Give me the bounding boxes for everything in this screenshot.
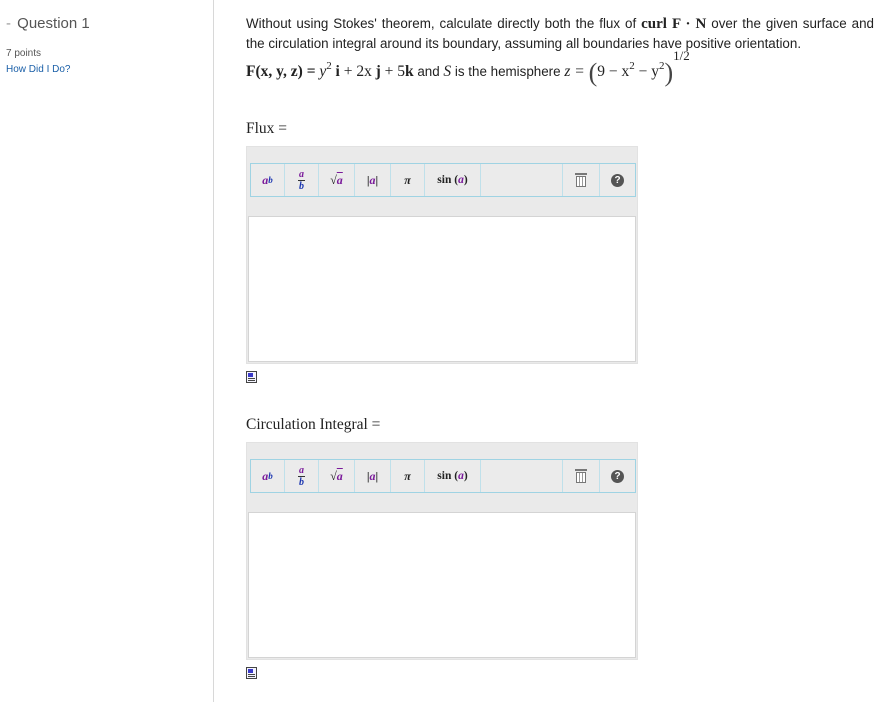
problem-formula: F(x, y, z) = y2 i + 2x j + 5k and S is t… [246,49,874,88]
formula-k: k [405,63,414,80]
sqrt-sym: √ [330,172,337,187]
formula-outer-pow: 1/2 [673,48,690,63]
help-icon: ? [611,173,624,187]
abs-bar-right: | [375,468,379,483]
fraction-button[interactable]: ab [285,460,319,492]
formula-plus-5: + 5 [380,63,405,80]
fraction-button[interactable]: ab [285,164,319,196]
curl-expression: curl F · N [641,16,707,32]
abs-button[interactable]: |a| [355,164,391,196]
circulation-math-editor: ab ab √a |a| π sin (a) ? [246,442,638,660]
question-sidebar: - Question 1 7 points How Did I Do? [0,0,214,702]
formula-S: S [443,63,452,80]
power-exp: b [268,471,273,481]
flux-input[interactable] [248,216,636,362]
help-icon: ? [611,469,624,483]
power-button[interactable]: ab [251,460,285,492]
clear-button[interactable] [563,460,600,492]
sin-close: ) [463,470,468,482]
formula-y-pow: 2 [326,60,332,72]
sin-close: ) [463,174,468,186]
sqrt-button[interactable]: √a [319,460,355,492]
math-toolbar: ab ab √a |a| π sin (a) ? [250,459,636,493]
how-did-i-do-link[interactable]: How Did I Do? [6,64,70,75]
document-icon[interactable] [246,667,257,679]
question-title-text: Question 1 [17,15,90,32]
sqrt-arg: a [336,172,343,187]
frac-den: b [299,180,304,192]
sin-icon: sin (a) [437,470,467,482]
circulation-label: Circulation Integral = [246,416,381,433]
flux-math-editor: ab ab √a |a| π sin (a) ? [246,146,638,364]
problem-statement: Without using Stokes' theorem, calculate… [246,14,874,53]
help-button[interactable]: ? [600,460,635,492]
circulation-input[interactable] [248,512,636,658]
sin-button[interactable]: sin (a) [425,164,481,196]
power-button[interactable]: ab [251,164,285,196]
sin-fn: sin [437,470,452,482]
fraction-icon: ab [298,464,305,488]
collapse-dash[interactable]: - [6,15,11,32]
sqrt-button[interactable]: √a [319,164,355,196]
flux-label: Flux = [246,120,288,137]
abs-button[interactable]: |a| [355,460,391,492]
formula-z-eq: z = [564,63,589,80]
formula-F-def: F(x, y, z) = [246,63,320,80]
question-points: 7 points [6,48,42,59]
trash-icon [575,173,587,187]
pi-icon: π [404,468,411,483]
abs-icon: |a| [367,469,378,484]
pi-button[interactable]: π [391,460,425,492]
trash-icon [575,469,587,483]
math-toolbar: ab ab √a |a| π sin (a) ? [250,163,636,197]
sqrt-sym: √ [330,468,337,483]
question-title: - Question 1 [6,15,90,32]
abs-bar-right: | [375,172,379,187]
fraction-icon: ab [298,168,305,192]
sqrt-icon: √a [330,469,343,484]
frac-num: a [298,464,305,477]
sqrt-icon: √a [330,173,343,188]
toolbar-spacer [481,460,563,492]
sqrt-arg: a [336,468,343,483]
sin-button[interactable]: sin (a) [425,460,481,492]
problem-text-1: Without using Stokes' theorem, calculate… [246,16,637,31]
frac-num: a [298,168,305,181]
formula-rparen: ) [664,58,674,87]
formula-plus-2x: + 2x [339,63,372,80]
formula-lparen: ( [588,58,598,87]
sin-fn: sin [437,174,452,186]
formula-minus-y: − y [634,63,659,80]
pi-button[interactable]: π [391,164,425,196]
power-exp: b [268,175,273,185]
sin-icon: sin (a) [437,174,467,186]
pi-icon: π [404,172,411,187]
document-icon[interactable] [246,371,257,383]
frac-den: b [299,476,304,488]
abs-icon: |a| [367,173,378,188]
formula-and-text: and [413,64,444,79]
clear-button[interactable] [563,164,600,196]
help-button[interactable]: ? [600,164,635,196]
formula-hemisphere-text: is the hemisphere [451,64,565,79]
toolbar-spacer [481,164,563,196]
formula-nine-minus: 9 − x [597,63,630,80]
